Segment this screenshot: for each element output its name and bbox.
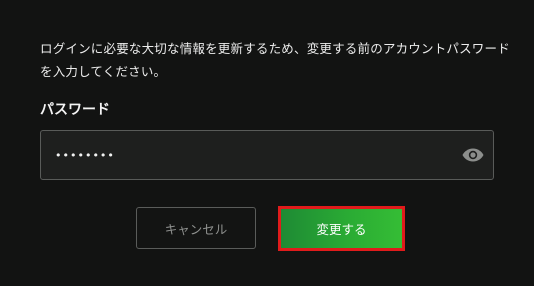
cancel-button[interactable]: キャンセル <box>136 207 256 249</box>
password-field[interactable] <box>40 130 494 180</box>
submit-button[interactable]: 変更する <box>278 206 405 251</box>
eye-icon[interactable] <box>461 143 485 167</box>
password-input[interactable] <box>55 131 455 179</box>
instruction-text: ログインに必要な大切な情報を更新するため、変更する前のアカウントパスワードを入力… <box>40 41 510 79</box>
password-label: パスワード <box>40 102 110 118</box>
